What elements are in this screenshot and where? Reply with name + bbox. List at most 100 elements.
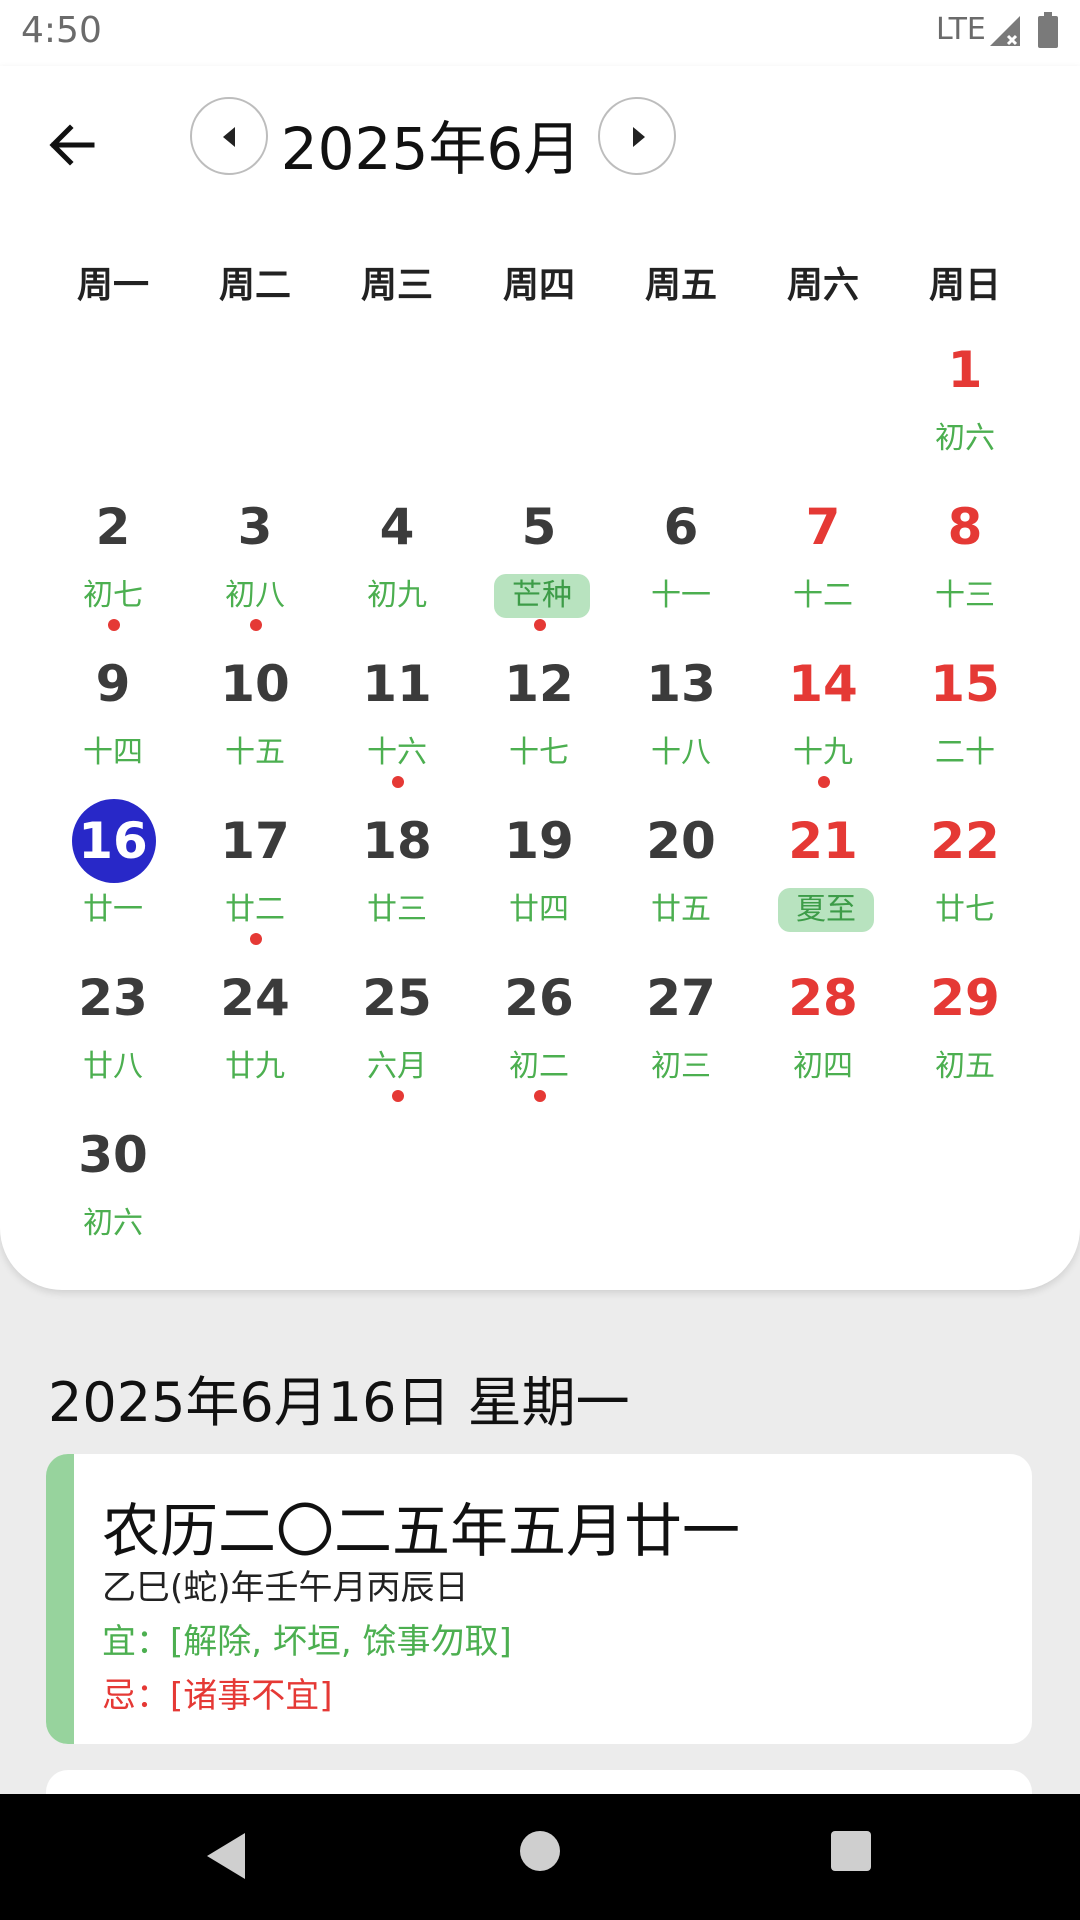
day-number: 29 xyxy=(930,969,1000,1027)
battery-icon xyxy=(1038,12,1058,48)
arrow-left-icon[interactable] xyxy=(40,110,110,180)
lunar-day-label: 十七 xyxy=(509,735,569,770)
calendar-day-cell[interactable]: 15 二十 xyxy=(894,630,1036,787)
status-time: 4:50 xyxy=(21,10,102,51)
calendar-day-cell[interactable]: 18 廿三 xyxy=(326,787,468,944)
day-number: 24 xyxy=(220,969,290,1027)
card-accent-bar xyxy=(46,1454,74,1744)
calendar-day-cell[interactable]: 22 廿七 xyxy=(894,787,1036,944)
weekday-label: 周三 xyxy=(360,265,433,306)
lunar-day-label: 廿八 xyxy=(83,1049,143,1084)
calendar-day-cell[interactable]: 14 十九 xyxy=(752,630,894,788)
calendar-day-cell[interactable]: 25 六月 xyxy=(326,944,468,1102)
calendar-day-cell[interactable]: 4 初九 xyxy=(326,473,468,630)
lunar-day-label: 十四 xyxy=(83,735,143,770)
calendar-grid: 1 初六 2 初七 3 初八 4 初九 5 芒种 6 十一 7 十二 8 十三 9 十四 10 十五 11 十六 12 十七 1… xyxy=(42,316,1038,1241)
day-number: 15 xyxy=(930,655,1000,713)
lunar-day-label: 廿五 xyxy=(651,892,711,927)
day-number: 14 xyxy=(788,655,858,713)
lunar-day-label: 初五 xyxy=(935,1049,995,1084)
calendar-day-cell[interactable]: 2 初七 xyxy=(42,473,184,631)
lunar-day-label: 初三 xyxy=(651,1049,711,1084)
calendar-day-cell[interactable]: 29 初五 xyxy=(894,944,1036,1101)
calendar-day-cell[interactable]: 1 初六 xyxy=(894,316,1036,473)
calendar-day-cell[interactable]: 6 十一 xyxy=(610,473,752,630)
weekday-label: 周六 xyxy=(786,265,859,306)
lunar-day-label: 十九 xyxy=(793,735,853,770)
calendar-day-cell[interactable]: 11 十六 xyxy=(326,630,468,788)
lunar-day-label: 六月 xyxy=(367,1049,427,1084)
day-number: 9 xyxy=(95,655,131,713)
calendar-day-cell[interactable]: 8 十三 xyxy=(894,473,1036,630)
calendar-day-cell[interactable]: 23 廿八 xyxy=(42,944,184,1101)
network-type: LTE xyxy=(936,12,986,47)
day-number: 30 xyxy=(78,1126,148,1184)
calendar-day-cell[interactable]: 26 初二 xyxy=(468,944,610,1102)
lunar-date-full: 农历二〇二五年五月廿一 xyxy=(102,1497,741,1565)
calendar-day-cell[interactable]: 28 初四 xyxy=(752,944,894,1101)
day-number: 13 xyxy=(646,655,716,713)
day-number: 21 xyxy=(788,812,858,870)
lunar-day-label: 十三 xyxy=(935,578,995,613)
day-number: 11 xyxy=(362,655,432,713)
weekday-label: 周二 xyxy=(218,265,291,306)
day-number: 25 xyxy=(362,969,432,1027)
ganzhi-date: 乙巳(蛇)年壬午月丙辰日 xyxy=(102,1568,469,1608)
calendar-day-cell[interactable]: 13 十八 xyxy=(610,630,752,787)
caret-right-icon xyxy=(633,127,645,147)
status-bar: 4:50 LTE xyxy=(0,0,1080,66)
lunar-day-label: 十二 xyxy=(793,578,853,613)
calendar-day-cell[interactable]: 5 芒种 xyxy=(468,473,610,631)
calendar-day-cell[interactable]: 17 廿二 xyxy=(184,787,326,945)
day-number: 10 xyxy=(220,655,290,713)
calendar-day-cell[interactable]: 16 廿一 xyxy=(42,787,184,944)
calendar-day-cell[interactable]: 9 十四 xyxy=(42,630,184,787)
calendar-day-cell[interactable]: 27 初三 xyxy=(610,944,752,1101)
next-month-button[interactable] xyxy=(598,97,676,175)
day-number: 27 xyxy=(646,969,716,1027)
calendar-day-cell[interactable]: 21 夏至 xyxy=(752,787,894,944)
event-dot-indicator xyxy=(392,1090,404,1102)
caret-left-icon xyxy=(223,127,235,147)
calendar-day-cell[interactable]: 12 十七 xyxy=(468,630,610,787)
day-number: 3 xyxy=(237,498,273,556)
lunar-day-label: 廿四 xyxy=(509,892,569,927)
lunar-day-label: 廿一 xyxy=(83,892,143,927)
prev-month-button[interactable] xyxy=(190,97,268,175)
back-triangle-icon[interactable] xyxy=(205,1831,247,1881)
recents-square-icon[interactable] xyxy=(831,1831,871,1871)
day-number: 5 xyxy=(521,498,557,556)
day-number: 1 xyxy=(947,341,983,399)
day-number: 2 xyxy=(95,498,131,556)
day-number: 20 xyxy=(646,812,716,870)
suitable-activities: 宜：[解除, 坏垣, 馀事勿取] xyxy=(102,1622,512,1662)
lunar-day-label: 廿三 xyxy=(367,892,427,927)
calendar-day-cell[interactable]: 19 廿四 xyxy=(468,787,610,944)
lunar-day-label: 初六 xyxy=(935,421,995,456)
calendar-day-cell[interactable]: 10 十五 xyxy=(184,630,326,787)
day-number: 12 xyxy=(504,655,574,713)
calendar-day-cell[interactable]: 30 初六 xyxy=(42,1101,184,1258)
lunar-day-label: 廿九 xyxy=(225,1049,285,1084)
lunar-day-label: 初六 xyxy=(83,1206,143,1241)
almanac-card[interactable]: 农历二〇二五年五月廿一 乙巳(蛇)年壬午月丙辰日 宜：[解除, 坏垣, 馀事勿取… xyxy=(46,1454,1032,1744)
day-number: 17 xyxy=(220,812,290,870)
weekday-header: 周一 周二 周三 周四 周五 周六 周日 xyxy=(42,256,1038,316)
day-number: 26 xyxy=(504,969,574,1027)
lunar-day-label: 廿二 xyxy=(225,892,285,927)
day-number: 18 xyxy=(362,812,432,870)
system-nav-bar xyxy=(0,1794,1080,1920)
calendar-day-cell[interactable]: 7 十二 xyxy=(752,473,894,630)
avoid-activities: 忌：[诸事不宜] xyxy=(102,1676,333,1716)
calendar-day-cell[interactable]: 3 初八 xyxy=(184,473,326,631)
lunar-day-label: 初七 xyxy=(83,578,143,613)
day-number: 7 xyxy=(805,498,841,556)
lunar-day-label: 初四 xyxy=(793,1049,853,1084)
lunar-day-label: 十六 xyxy=(367,735,427,770)
calendar-day-cell[interactable]: 24 廿九 xyxy=(184,944,326,1101)
screen: 4:50 LTE 2025年6月 周一 周二 周三 周四 周五 周六 周日 1 … xyxy=(0,0,1080,1920)
day-number: 4 xyxy=(379,498,415,556)
lunar-day-label: 十八 xyxy=(651,735,711,770)
calendar-day-cell[interactable]: 20 廿五 xyxy=(610,787,752,944)
home-circle-icon[interactable] xyxy=(520,1831,560,1871)
